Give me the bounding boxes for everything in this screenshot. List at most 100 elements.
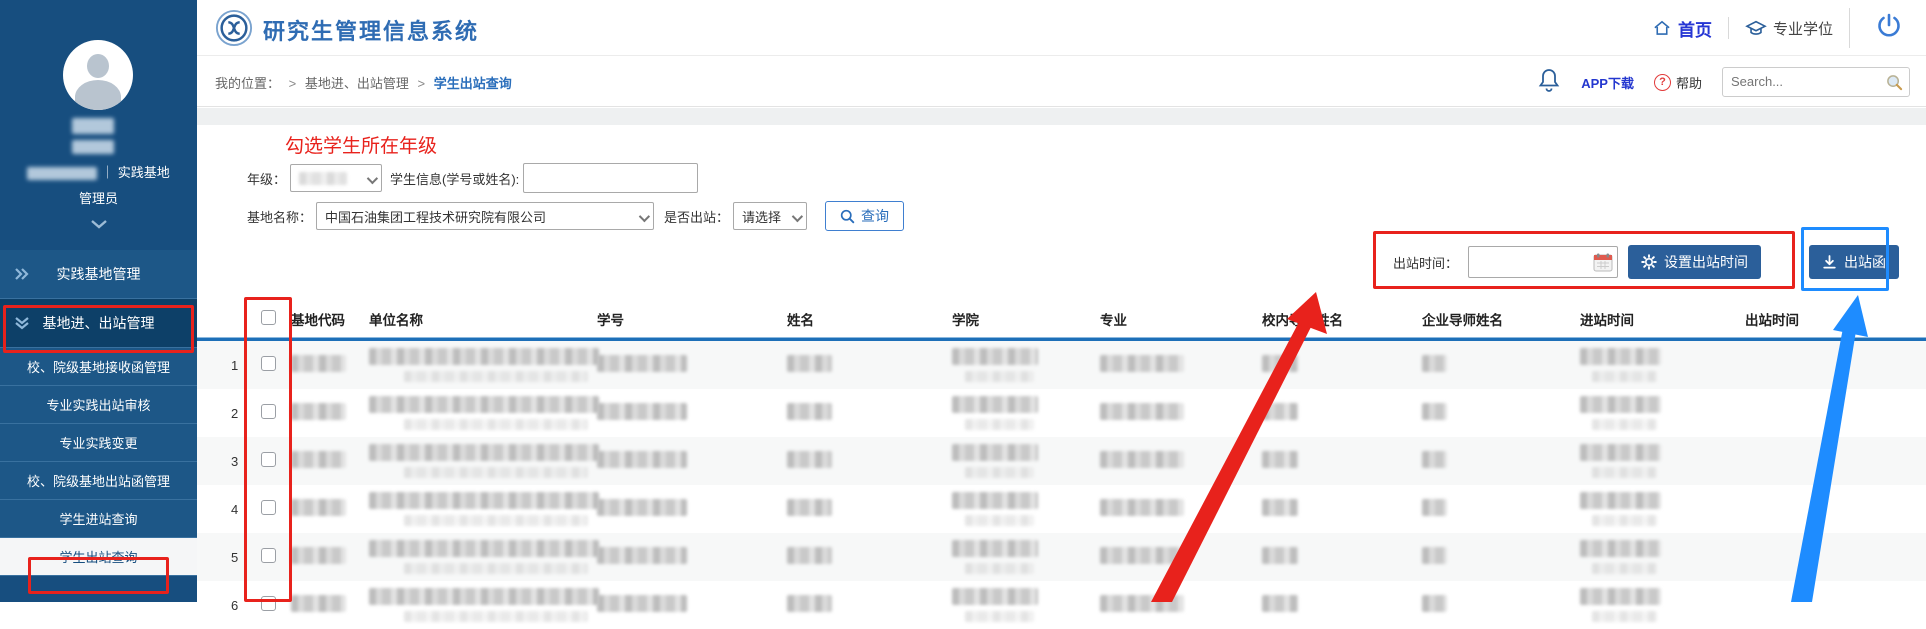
query-button-label: 查询 [861, 206, 889, 226]
nav-pro-degree[interactable]: 专业学位 [1745, 18, 1833, 39]
table-cell-redacted [597, 595, 787, 615]
row-checkbox[interactable] [261, 596, 276, 611]
out-status-label: 是否出站： [664, 207, 729, 226]
calendar-icon[interactable] [1593, 253, 1613, 272]
app-header: 研究生管理信息系统 首页 专业学位 [197, 0, 1926, 56]
nav-home[interactable]: 首页 [1652, 16, 1712, 41]
table-cell-redacted [1580, 492, 1745, 526]
out-letter-button[interactable]: 出站函 [1809, 245, 1899, 279]
sidebar-item-label: 校、院级基地出站函管理 [27, 471, 170, 490]
row-checkbox[interactable] [261, 548, 276, 563]
sidebar-item-1[interactable]: 基地进、出站管理 [0, 299, 197, 348]
table-cell-redacted [597, 403, 787, 423]
breadcrumb-item-current[interactable]: 学生出站查询 [434, 76, 512, 91]
main-area: 研究生管理信息系统 首页 专业学位 [197, 0, 1926, 602]
table-cell-redacted [787, 403, 952, 423]
table-row: 3 [197, 437, 1926, 485]
student-info-input[interactable] [523, 163, 698, 193]
table-cell-redacted [291, 595, 369, 615]
student-info-label: 学生信息(学号或姓名): [390, 169, 519, 188]
table-cell-redacted [597, 451, 787, 471]
table-cell-redacted [1100, 595, 1262, 615]
avatar[interactable] [63, 40, 133, 110]
column-header: 企业导师姓名 [1422, 309, 1580, 329]
row-checkbox[interactable] [261, 356, 276, 371]
row-checkbox[interactable] [261, 500, 276, 515]
out-time-input[interactable] [1468, 246, 1618, 278]
table-cell-redacted [1262, 547, 1422, 567]
column-header: 姓名 [787, 309, 952, 329]
select-all-checkbox[interactable] [261, 310, 276, 325]
sidebar-item-label: 学生进站查询 [59, 509, 137, 528]
sidebar-item-4[interactable]: 专业实践变更 [0, 424, 197, 462]
help-link[interactable]: ? 帮助 [1654, 73, 1702, 92]
notifications-button[interactable] [1537, 67, 1561, 98]
base-name-select[interactable]: 中国石油集团工程技术研究院有限公司 [316, 202, 654, 230]
table-cell-redacted [369, 588, 597, 622]
chevron-down-icon [367, 173, 378, 184]
breadcrumb: 我的位置： > 基地进、出站管理 > 学生出站查询 [215, 73, 512, 92]
help-label: 帮助 [1676, 73, 1702, 92]
breadcrumb-item[interactable]: 基地进、出站管理 [305, 76, 409, 91]
nav-home-label: 首页 [1678, 16, 1712, 41]
row-checkbox[interactable] [261, 404, 276, 419]
table-cell-redacted [597, 547, 787, 567]
column-header: 校内导师姓名 [1262, 309, 1422, 329]
column-header: 学院 [952, 309, 1100, 329]
table-cell-redacted [787, 595, 952, 615]
table-cell-redacted [369, 348, 597, 382]
chevron-down-icon [90, 219, 108, 229]
table-cell-redacted [369, 492, 597, 526]
chevron-down-icon [639, 211, 650, 222]
sidebar-item-label: 基地进、出站管理 [43, 313, 155, 333]
sidebar-item-2[interactable]: 校、院级基地接收函管理 [0, 348, 197, 386]
query-button[interactable]: 查询 [825, 201, 904, 231]
table-cell-redacted [787, 499, 952, 519]
sidebar-item-label: 校、院级基地接收函管理 [27, 357, 170, 376]
breadcrumb-separator: > [418, 76, 426, 91]
row-checkbox[interactable] [261, 452, 276, 467]
out-status-value: 请选择 [742, 207, 781, 226]
gear-icon [1641, 254, 1657, 270]
user-role-line: ｜ 实践基地 [0, 162, 197, 181]
search-box [1722, 67, 1910, 97]
table-body: 123456 [197, 341, 1926, 629]
column-header: 专业 [1100, 309, 1262, 329]
chevrons-right-icon [14, 267, 30, 281]
grade-label: 年级： [247, 169, 286, 188]
sidebar-item-5[interactable]: 校、院级基地出站函管理 [0, 462, 197, 500]
sidebar-item-6[interactable]: 学生进站查询 [0, 500, 197, 538]
sidebar-item-3[interactable]: 专业实践出站审核 [0, 386, 197, 424]
table-cell-redacted [291, 451, 369, 471]
table-cell-redacted [1100, 403, 1262, 423]
column-header: 学号 [597, 309, 787, 329]
table-cell-redacted [1262, 499, 1422, 519]
location-label: 我的位置： [215, 76, 280, 91]
base-name-value: 中国石油集团工程技术研究院有限公司 [325, 207, 546, 226]
table-cell-redacted [1580, 348, 1745, 382]
logout-button[interactable] [1866, 11, 1912, 46]
chevron-down-icon [792, 211, 803, 222]
grade-select[interactable] [290, 164, 382, 192]
user-name-redacted [72, 118, 114, 134]
profile-collapse-chevron[interactable] [0, 216, 197, 234]
sidebar-item-7[interactable]: 学生出站查询 [0, 538, 197, 576]
table-cell-redacted [1422, 403, 1580, 423]
table-cell-redacted [1422, 499, 1580, 519]
sidebar-item-0[interactable]: 实践基地管理 [0, 250, 197, 299]
breadcrumb-separator: > [289, 76, 297, 91]
table-cell-redacted [369, 540, 597, 574]
search-input[interactable] [1723, 68, 1883, 94]
table-cell-redacted [952, 588, 1100, 622]
table-cell-redacted [1422, 547, 1580, 567]
app-download-link[interactable]: APP下载 [1581, 73, 1634, 92]
table-cell-redacted [787, 547, 952, 567]
search-icon[interactable] [1886, 74, 1903, 91]
table-row: 4 [197, 485, 1926, 533]
table-cell-redacted [787, 355, 952, 375]
sidebar: ｜ 实践基地 管理员 实践基地管理基地进、出站管理校、院级基地接收函管理专业实践… [0, 0, 197, 602]
set-out-time-button[interactable]: 设置出站时间 [1628, 245, 1761, 279]
out-status-select[interactable]: 请选择 [733, 202, 807, 230]
table-row: 2 [197, 389, 1926, 437]
column-header: 基地代码 [291, 309, 369, 329]
